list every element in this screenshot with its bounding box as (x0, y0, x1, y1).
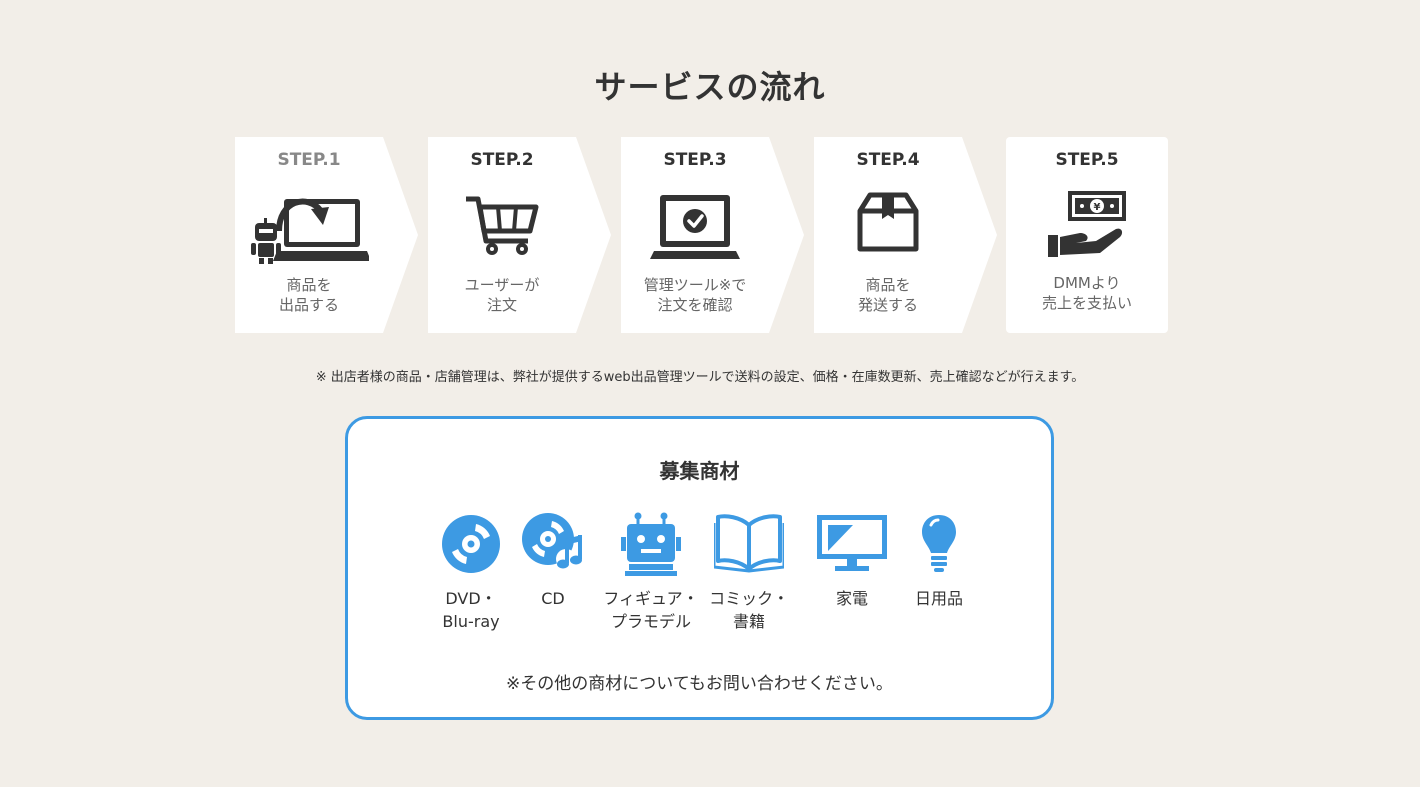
robot-icon (601, 511, 701, 577)
category-cd: CD (503, 511, 603, 610)
step-label: STEP.1 (277, 150, 341, 170)
laptop-check-icon (621, 189, 769, 264)
cd-music-icon (503, 511, 603, 577)
box-icon (814, 189, 962, 264)
step-3: STEP.3 管理ツール※で 注文を確認 (621, 137, 804, 333)
step-text: 商品を 出品する (278, 276, 339, 314)
step-4: STEP.4 商品を 発送する (814, 137, 997, 333)
lightbulb-icon (889, 511, 989, 577)
money-hand-icon: ¥ (1006, 189, 1168, 264)
laptop-robot-icon (235, 189, 383, 264)
category-label: フィギュア・ プラモデル (603, 589, 699, 631)
category-label: 日用品 (914, 589, 963, 608)
step-label: STEP.4 (856, 150, 920, 170)
step-text: 商品を 発送する (857, 276, 918, 314)
book-icon (699, 511, 799, 577)
category-label: コミック・ 書籍 (709, 589, 789, 631)
svg-text:¥: ¥ (1094, 202, 1101, 213)
page-title: サービスの流れ (594, 68, 826, 106)
step-label: STEP.5 (1055, 150, 1119, 170)
category-label: CD (541, 589, 565, 608)
management-tool-note: ※ 出店者様の商品・店舗管理は、弊社が提供するweb出品管理ツールで送料の設定、… (315, 370, 1085, 385)
recruit-categories-box: 募集商材 DVD・ Blu-ray CD フィギュア・ プラモデル コミック・ … (345, 416, 1054, 720)
category-label: 家電 (835, 589, 868, 608)
step-text: 管理ツール※で 注文を確認 (643, 276, 747, 314)
recruit-title: 募集商材 (659, 459, 740, 483)
category-figure: フィギュア・ プラモデル (601, 511, 701, 633)
step-text: ユーザーが 注文 (464, 276, 540, 314)
step-1: STEP.1 商品を 出品する (235, 137, 418, 333)
monitor-icon (802, 511, 902, 577)
step-label: STEP.2 (470, 150, 534, 170)
step-2: STEP.2 ユーザーが 注文 (428, 137, 611, 333)
step-text: DMMより 売上を支払い (1041, 274, 1132, 312)
step-label: STEP.3 (663, 150, 727, 170)
inquiry-note: ※その他の商材についてもお問い合わせください。 (506, 674, 893, 694)
cart-icon (428, 189, 576, 264)
category-comic: コミック・ 書籍 (699, 511, 799, 633)
category-daily-goods: 日用品 (889, 511, 989, 610)
category-appliance: 家電 (802, 511, 902, 610)
step-5: STEP.5 ¥ DMMより 売上を支払い (1006, 137, 1168, 333)
service-flow-steps: STEP.1 商品を 出品する STEP.2 ユーザーが 注文 STEP.3 管… (235, 137, 1215, 333)
